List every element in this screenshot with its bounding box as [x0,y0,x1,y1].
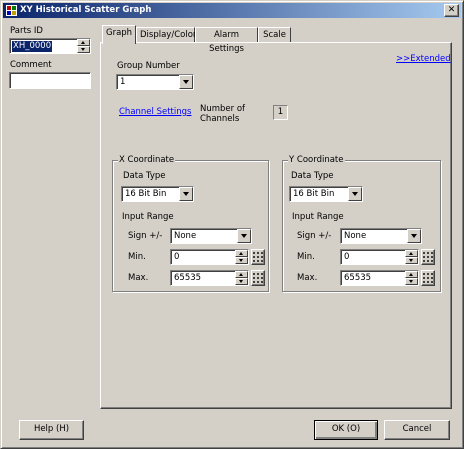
x-max-value: 65535 [174,273,202,283]
tab-scale[interactable]: Scale [258,27,291,43]
y-max-field[interactable]: 65535 [340,270,419,286]
spin-down-icon[interactable] [77,46,90,53]
spin-down-icon[interactable] [235,278,248,285]
tab-graph[interactable]: Graph [102,25,136,44]
ok-button-label: OK (O) [331,424,361,434]
parts-id-label: Parts ID [10,26,43,36]
keypad-icon [423,273,433,283]
y-sign-select[interactable]: None [340,228,422,244]
x-max-spinner[interactable] [235,271,248,285]
x-min-field[interactable]: 0 [170,249,249,265]
x-data-type-label: Data Type [123,171,166,181]
tab-display-color[interactable]: Display/Color [136,27,197,43]
spin-up-icon[interactable] [405,271,418,278]
chevron-down-icon[interactable] [407,229,421,243]
app-icon [6,5,17,16]
x-max-field[interactable]: 65535 [170,270,249,286]
group-number-value: 1 [120,77,126,87]
num-channels-label-2: Channels [200,114,240,124]
extended-link[interactable]: >>Extended [396,54,451,65]
spin-up-icon[interactable] [235,271,248,278]
tab-label: Graph [106,28,133,38]
spin-down-icon[interactable] [405,257,418,264]
y-data-type-label: Data Type [291,171,334,181]
chevron-down-icon[interactable] [179,187,193,201]
chevron-down-icon[interactable] [179,75,193,89]
chevron-down-icon[interactable] [237,229,251,243]
comment-label: Comment [10,60,52,70]
parts-id-spinner[interactable] [77,39,90,53]
y-data-type-select[interactable]: 16 Bit Bin [289,186,363,202]
title-bar[interactable]: XY Historical Scatter Graph ✕ [3,3,461,18]
tab-label: Scale [263,30,286,40]
channel-settings-link[interactable]: Channel Settings [119,107,191,118]
x-input-range-label: Input Range [122,212,174,222]
close-icon: ✕ [447,5,456,15]
y-input-range-label: Input Range [292,212,344,222]
x-coordinate-title: X Coordinate [118,155,176,165]
group-number-select[interactable]: 1 [116,74,194,90]
group-number-label: Group Number [117,61,180,71]
x-data-type-select[interactable]: 16 Bit Bin [121,186,194,202]
spin-up-icon[interactable] [405,250,418,257]
y-min-spinner[interactable] [405,250,418,264]
help-button[interactable]: Help (H) [19,420,84,440]
tab-label: Display/Color [140,30,197,40]
x-min-label: Min. [128,252,146,262]
keypad-icon [253,252,263,262]
num-channels-value: 1 [273,105,288,120]
parts-id-field[interactable]: XH_0000 [9,38,91,54]
x-sign-value: None [174,231,197,241]
spin-up-icon[interactable] [235,250,248,257]
y-min-value: 0 [344,252,350,262]
x-max-label: Max. [128,273,149,283]
comment-field[interactable] [9,72,91,89]
spin-down-icon[interactable] [235,257,248,264]
ok-button[interactable]: OK (O) [314,420,378,440]
x-min-value: 0 [174,252,180,262]
y-min-keypad-button[interactable] [421,249,435,265]
y-sign-label: Sign +/- [297,231,332,241]
keypad-icon [253,273,263,283]
dialog-window: XY Historical Scatter Graph ✕ Parts ID X… [0,0,464,449]
parts-id-value: XH_0000 [12,41,53,52]
y-coordinate-title: Y Coordinate [288,155,345,165]
spin-down-icon[interactable] [405,278,418,285]
tab-alarm-settings[interactable]: Alarm Settings [195,27,258,54]
x-sign-select[interactable]: None [170,228,252,244]
y-max-keypad-button[interactable] [421,270,435,286]
x-data-type-value: 16 Bit Bin [125,189,167,199]
cancel-button[interactable]: Cancel [384,420,450,440]
chevron-down-icon[interactable] [348,187,362,201]
x-max-keypad-button[interactable] [251,270,265,286]
y-min-field[interactable]: 0 [340,249,419,265]
y-max-spinner[interactable] [405,271,418,285]
num-channels-text: 1 [277,107,284,117]
window-title: XY Historical Scatter Graph [20,5,152,15]
y-max-value: 65535 [344,273,372,283]
y-sign-value: None [344,231,367,241]
keypad-icon [423,252,433,262]
cancel-button-label: Cancel [402,424,432,434]
y-max-label: Max. [297,273,318,283]
close-button[interactable]: ✕ [444,4,459,17]
x-min-spinner[interactable] [235,250,248,264]
help-button-label: Help (H) [33,424,70,434]
x-min-keypad-button[interactable] [251,249,265,265]
x-sign-label: Sign +/- [128,231,163,241]
spin-up-icon[interactable] [77,39,90,46]
y-data-type-value: 16 Bit Bin [293,189,335,199]
y-min-label: Min. [297,252,315,262]
